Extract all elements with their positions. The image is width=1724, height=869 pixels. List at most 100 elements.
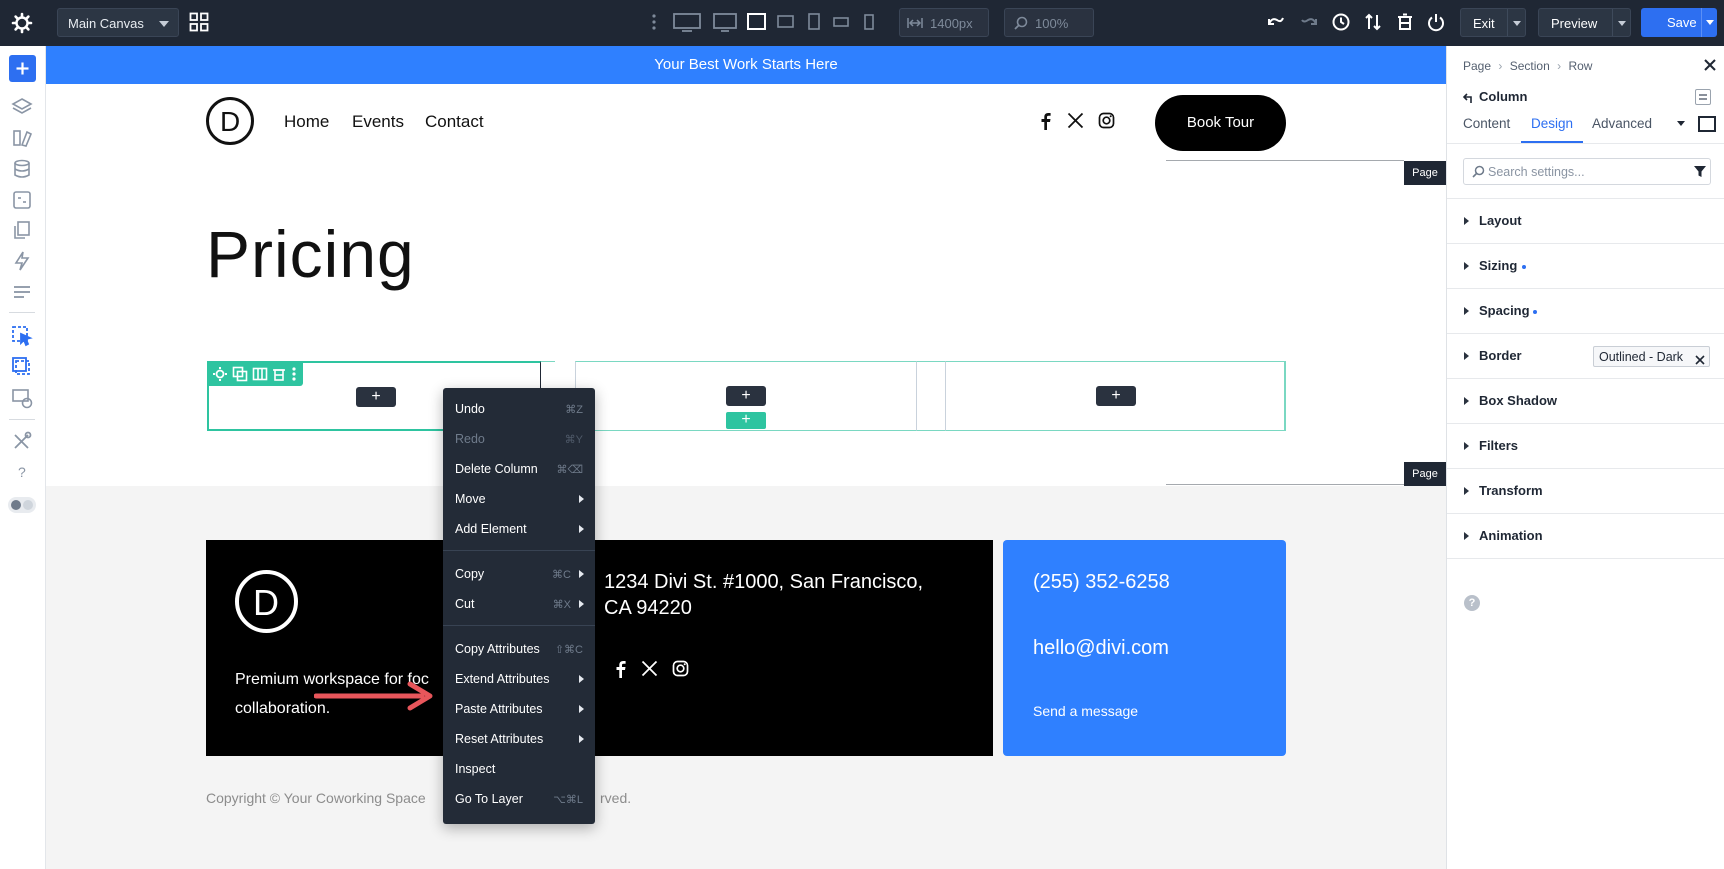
laptop-active-icon[interactable] bbox=[746, 10, 768, 34]
power-icon[interactable] bbox=[1426, 12, 1446, 32]
close-panel-icon[interactable] bbox=[1703, 58, 1717, 72]
section-layout[interactable]: Layout bbox=[1447, 199, 1724, 244]
column-structure-icon[interactable] bbox=[252, 366, 268, 382]
menu-item-paste-attributes[interactable]: Paste Attributes bbox=[443, 696, 595, 722]
nav-contact-link[interactable]: Contact bbox=[425, 112, 484, 132]
preview-button[interactable]: Preview bbox=[1538, 8, 1631, 37]
tab-content[interactable]: Content bbox=[1463, 116, 1510, 131]
section-box-shadow[interactable]: Box Shadow bbox=[1447, 379, 1724, 424]
modified-indicator bbox=[1522, 265, 1526, 269]
undo-icon[interactable] bbox=[1266, 12, 1286, 32]
tab-dropdown-icon[interactable] bbox=[1677, 121, 1685, 126]
pages-icon[interactable] bbox=[11, 219, 33, 241]
tools-wrench-icon[interactable] bbox=[11, 430, 33, 452]
database-icon[interactable] bbox=[11, 158, 33, 180]
tab-design[interactable]: Design bbox=[1531, 116, 1573, 131]
remove-preset-icon[interactable] bbox=[1695, 352, 1705, 365]
menu-item-move[interactable]: Move bbox=[443, 486, 595, 512]
list-settings-icon[interactable] bbox=[11, 281, 33, 303]
menu-item-add-element[interactable]: Add Element bbox=[443, 516, 595, 542]
responsive-preview-icon[interactable] bbox=[11, 387, 33, 409]
menu-item-undo[interactable]: Undo ⌘Z bbox=[443, 396, 595, 422]
desktop-wide-icon[interactable] bbox=[672, 10, 702, 34]
section-border[interactable]: Border Outlined - Dark bbox=[1447, 334, 1724, 379]
section-animation[interactable]: Animation bbox=[1447, 514, 1724, 559]
menu-item-reset-attributes[interactable]: Reset Attributes bbox=[443, 726, 595, 752]
library-icon[interactable] bbox=[11, 127, 33, 149]
help-icon[interactable]: ? bbox=[1464, 595, 1480, 611]
panel-options-icon[interactable] bbox=[1695, 89, 1711, 105]
layers-icon[interactable] bbox=[11, 96, 33, 118]
section-transform[interactable]: Transform bbox=[1447, 469, 1724, 514]
section-spacing[interactable]: Spacing bbox=[1447, 289, 1724, 334]
trash-icon[interactable] bbox=[1395, 12, 1415, 32]
save-dropdown-icon[interactable] bbox=[1706, 20, 1714, 25]
settings-gear-icon[interactable] bbox=[8, 9, 36, 37]
book-tour-button[interactable]: Book Tour bbox=[1155, 95, 1286, 151]
save-button[interactable]: Save bbox=[1641, 8, 1717, 37]
breadcrumb-row[interactable]: Row bbox=[1568, 59, 1592, 73]
sort-arrows-icon[interactable] bbox=[1363, 12, 1383, 32]
breadcrumb-section[interactable]: Section bbox=[1510, 59, 1550, 73]
canvas-select[interactable]: Main Canvas bbox=[57, 8, 179, 37]
add-row-button[interactable]: + bbox=[726, 412, 766, 429]
instagram-icon[interactable] bbox=[1098, 112, 1115, 129]
footer-x-twitter-icon[interactable] bbox=[641, 660, 658, 677]
column-2-add-module-button[interactable]: + bbox=[726, 386, 766, 406]
canvas-width-field[interactable]: 1400px bbox=[899, 8, 989, 37]
multi-select-icon[interactable] bbox=[11, 356, 33, 378]
more-vertical-icon[interactable] bbox=[650, 12, 658, 32]
canvas-grid-icon[interactable] bbox=[189, 12, 209, 32]
phone-landscape-icon[interactable] bbox=[832, 10, 852, 34]
help-question-icon[interactable]: ? bbox=[11, 461, 33, 483]
phone-icon[interactable] bbox=[862, 10, 876, 34]
exit-dropdown-icon[interactable] bbox=[1513, 21, 1521, 26]
column-3-add-module-button[interactable]: + bbox=[1096, 386, 1136, 406]
portability-icon[interactable] bbox=[11, 189, 33, 211]
menu-item-cut[interactable]: Cut ⌘X bbox=[443, 591, 595, 617]
click-select-icon[interactable] bbox=[11, 325, 33, 347]
menu-item-copy[interactable]: Copy ⌘C bbox=[443, 561, 595, 587]
tablet-icon[interactable] bbox=[806, 10, 822, 34]
section-sizing[interactable]: Sizing bbox=[1447, 244, 1724, 289]
border-preset-chip[interactable]: Outlined - Dark bbox=[1593, 346, 1710, 367]
filter-icon[interactable] bbox=[1694, 165, 1706, 178]
lightning-icon[interactable] bbox=[11, 250, 33, 272]
footer-instagram-icon[interactable] bbox=[672, 660, 689, 677]
add-plus-icon[interactable] bbox=[9, 55, 36, 82]
tablet-landscape-icon[interactable] bbox=[776, 10, 796, 34]
menu-item-copy-attributes[interactable]: Copy Attributes ⇧⌘C bbox=[443, 636, 595, 662]
footer-phone[interactable]: (255) 352-6258 bbox=[1033, 571, 1170, 594]
nav-home-link[interactable]: Home bbox=[284, 112, 329, 132]
preview-dropdown-icon[interactable] bbox=[1618, 21, 1626, 26]
back-arrow-icon[interactable] bbox=[1462, 91, 1473, 103]
exit-button[interactable]: Exit bbox=[1460, 8, 1526, 37]
footer-email[interactable]: hello@divi.com bbox=[1033, 637, 1169, 660]
breadcrumb-page[interactable]: Page bbox=[1463, 59, 1491, 73]
column-settings-icon[interactable] bbox=[212, 366, 228, 382]
column-more-icon[interactable] bbox=[290, 366, 298, 382]
history-clock-icon[interactable] bbox=[1331, 12, 1351, 32]
nav-events-link[interactable]: Events bbox=[352, 112, 404, 132]
column-duplicate-icon[interactable] bbox=[232, 366, 248, 382]
facebook-icon[interactable] bbox=[1038, 112, 1052, 130]
menu-item-inspect[interactable]: Inspect bbox=[443, 756, 595, 782]
theme-toggle-icon[interactable] bbox=[8, 497, 36, 513]
footer-facebook-icon[interactable] bbox=[613, 660, 627, 678]
section-filters[interactable]: Filters bbox=[1447, 424, 1724, 469]
desktop-icon[interactable] bbox=[712, 10, 738, 34]
redo-icon[interactable] bbox=[1299, 12, 1319, 32]
x-twitter-icon[interactable] bbox=[1067, 112, 1084, 129]
menu-item-go-to-layer[interactable]: Go To Layer ⌥⌘L bbox=[443, 786, 595, 812]
search-settings-input[interactable]: Search settings... bbox=[1463, 158, 1711, 185]
menu-item-redo[interactable]: Redo ⌘Y bbox=[443, 426, 595, 452]
zoom-field[interactable]: 100% bbox=[1004, 8, 1094, 37]
menu-item-delete-column[interactable]: Delete Column ⌘⌫ bbox=[443, 456, 595, 482]
preset-square-icon[interactable] bbox=[1698, 116, 1716, 132]
menu-item-extend-attributes[interactable]: Extend Attributes bbox=[443, 666, 595, 692]
send-message-link[interactable]: Send a message bbox=[1033, 703, 1138, 719]
column-1-add-module-button[interactable]: + bbox=[356, 387, 396, 407]
site-logo[interactable]: D bbox=[206, 97, 254, 145]
tab-advanced[interactable]: Advanced bbox=[1592, 116, 1652, 131]
column-delete-icon[interactable] bbox=[271, 366, 287, 382]
